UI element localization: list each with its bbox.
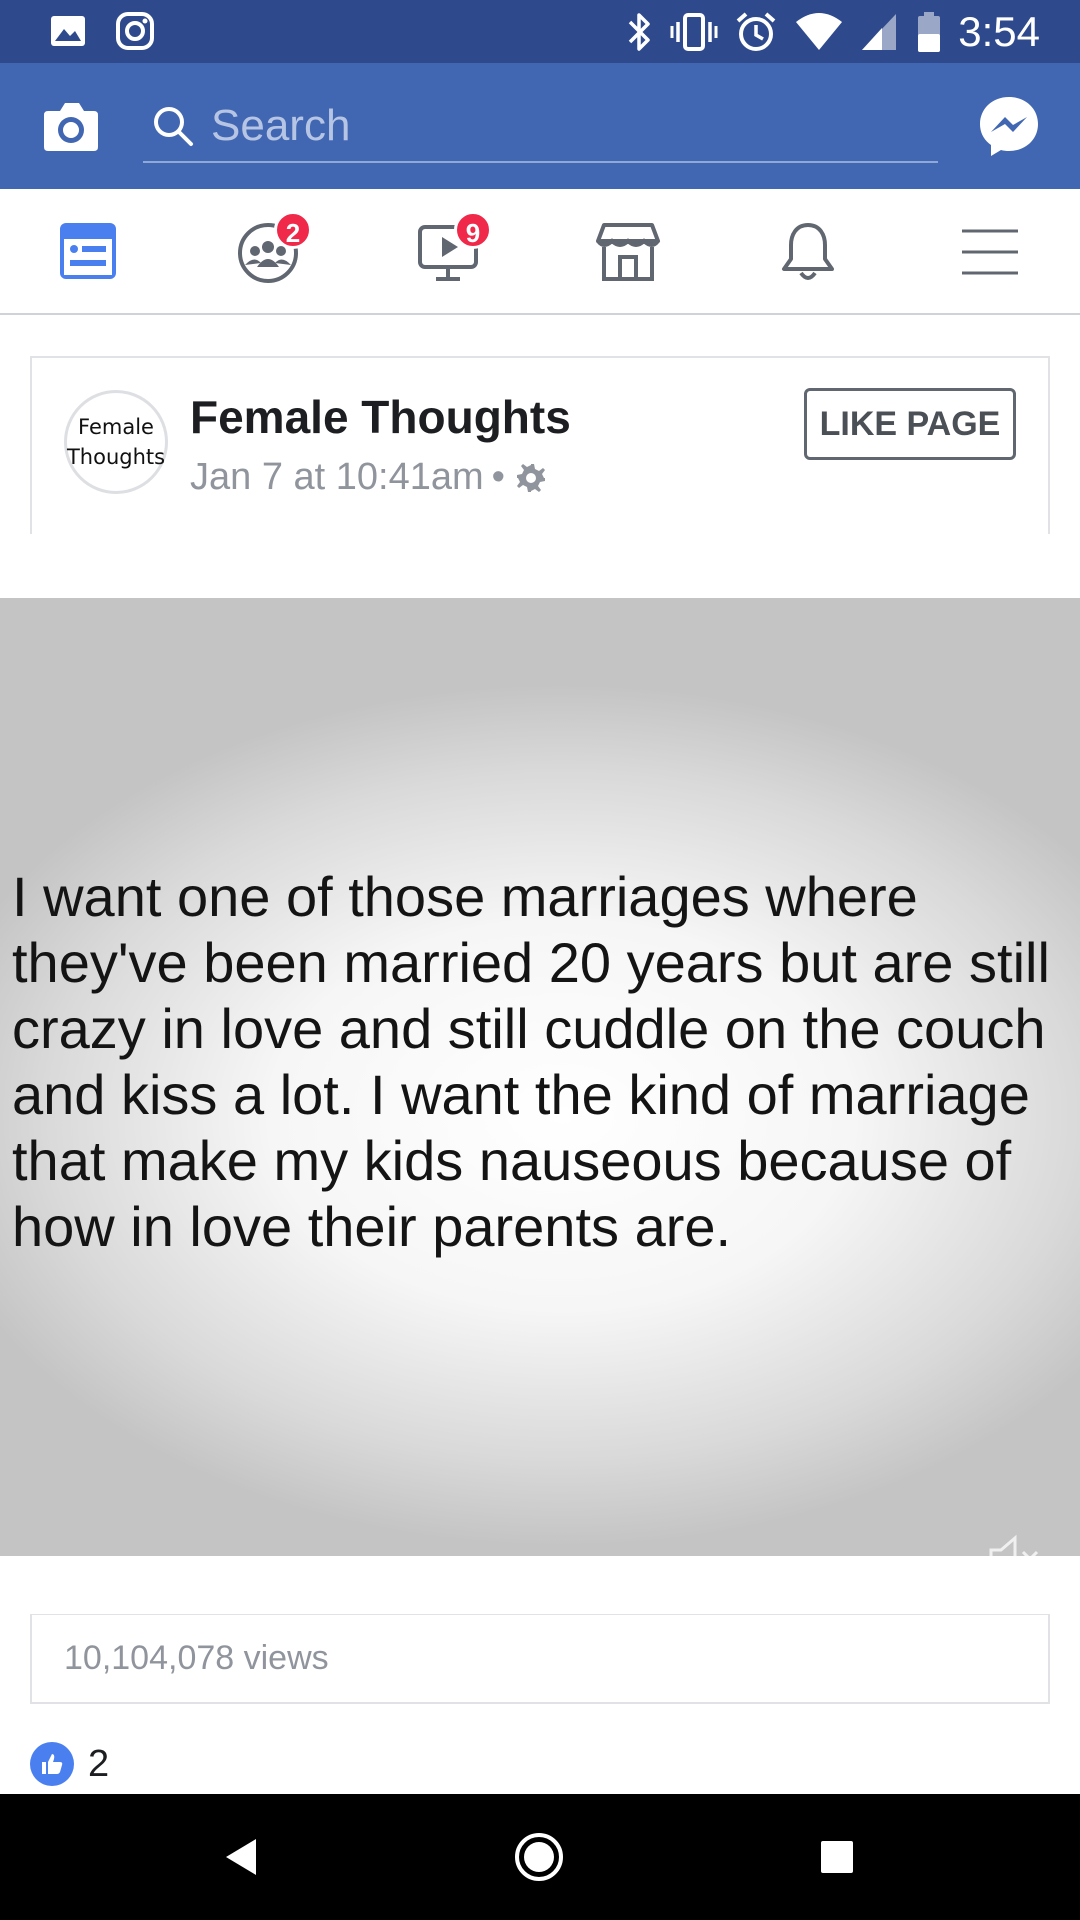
like-page-button[interactable]: LIKE PAGE	[804, 388, 1016, 460]
main-nav-tabs: 2 9	[0, 189, 1080, 315]
bluetooth-icon	[629, 13, 650, 51]
battery-icon	[918, 12, 941, 52]
home-button[interactable]	[506, 1824, 572, 1890]
post-timestamp[interactable]: Jan 7 at 10:41am	[190, 456, 484, 499]
page-avatar[interactable]: Female Thoughts	[64, 390, 168, 494]
bell-icon	[782, 223, 834, 280]
signal-icon	[862, 14, 897, 50]
views-bar: 10,104,078 views	[30, 1614, 1050, 1704]
gear-icon	[516, 463, 545, 492]
search-icon	[154, 107, 193, 146]
back-icon	[226, 1839, 256, 1875]
search-input[interactable]	[211, 101, 911, 151]
marketplace-icon	[596, 223, 660, 281]
post-video[interactable]: I want one of those marriages where they…	[0, 598, 1080, 1556]
watch-badge: 9	[454, 211, 492, 249]
vibrate-icon	[670, 13, 718, 51]
top-app-bar	[0, 63, 1080, 189]
hamburger-icon	[962, 229, 1018, 275]
tab-news-feed[interactable]	[56, 219, 126, 285]
meta-separator: •	[491, 456, 505, 498]
wifi-icon	[796, 13, 843, 50]
status-time: 3:54	[958, 8, 1040, 55]
groups-badge: 2	[274, 211, 312, 249]
android-nav-bar	[0, 1794, 1080, 1920]
news-feed-icon	[60, 223, 116, 279]
tab-groups[interactable]: 2	[236, 211, 312, 285]
alarm-icon	[736, 12, 776, 51]
camera-icon[interactable]	[38, 93, 104, 159]
messenger-icon[interactable]	[976, 93, 1042, 159]
back-button[interactable]	[209, 1824, 275, 1890]
status-bar-right: 3:54	[624, 8, 1040, 56]
view-count: 10,104,078 views	[64, 1639, 329, 1677]
post-meta: Jan 7 at 10:41am •	[190, 456, 549, 499]
avatar-text-line2: Thoughts	[66, 445, 166, 469]
avatar-text-line1: Female	[78, 415, 154, 439]
search-bar[interactable]	[143, 91, 938, 163]
post-header: Female Thoughts Female Thoughts Jan 7 at…	[30, 356, 1050, 534]
page-name-link[interactable]: Female Thoughts	[190, 390, 571, 444]
gallery-icon	[51, 16, 85, 46]
video-caption-text: I want one of those marriages where they…	[12, 865, 1050, 1258]
like-reaction-icon	[30, 1742, 74, 1786]
mute-icon[interactable]	[985, 1528, 1045, 1556]
reactions-summary[interactable]: 2	[30, 1742, 109, 1786]
reaction-count: 2	[88, 1742, 110, 1785]
tab-notifications[interactable]	[776, 219, 846, 285]
instagram-icon	[116, 12, 154, 50]
tab-marketplace[interactable]	[596, 219, 666, 285]
recents-button[interactable]	[804, 1824, 870, 1890]
home-icon	[515, 1833, 563, 1881]
recents-icon	[821, 1841, 853, 1873]
status-bar-left	[48, 10, 156, 52]
status-bar: 3:54	[0, 0, 1080, 63]
tab-watch[interactable]: 9	[416, 211, 492, 285]
tab-menu[interactable]	[956, 219, 1026, 285]
